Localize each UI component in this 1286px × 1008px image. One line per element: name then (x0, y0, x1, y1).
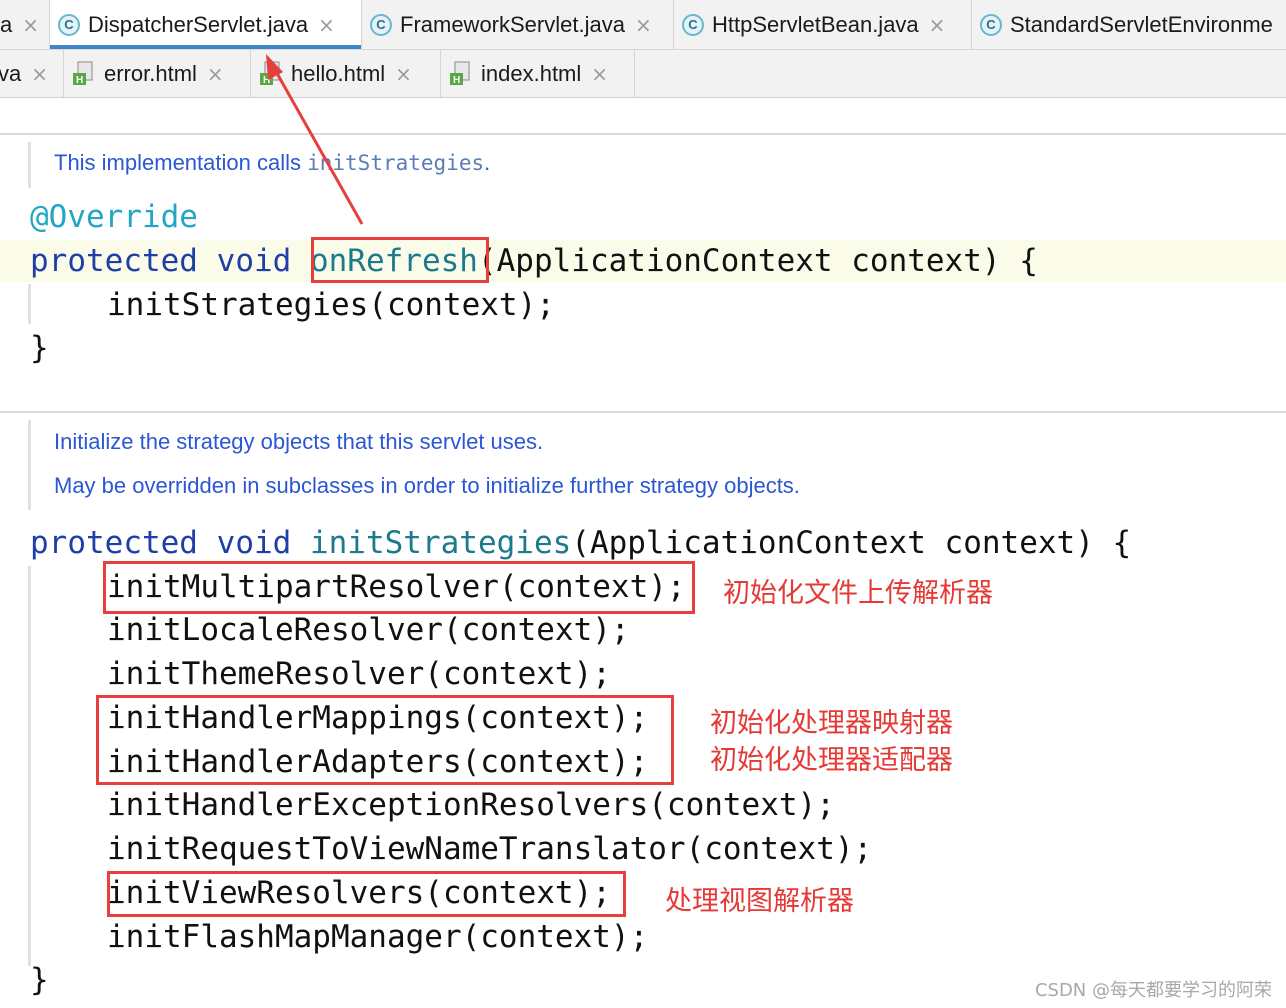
keyword-void: void (216, 525, 292, 561)
svg-text:H: H (453, 75, 460, 86)
close-icon[interactable]: × (929, 13, 946, 37)
highlight-box-multipart (103, 561, 695, 614)
tab-truncated-left[interactable]: a × (0, 0, 50, 49)
close-icon[interactable]: × (31, 62, 48, 86)
code-line-initlocaleresolver: initLocaleResolver(context); (107, 612, 630, 648)
doc-comment-gutter (28, 142, 31, 188)
keyword-protected: protected (30, 525, 198, 561)
override-annotation: @Override (30, 199, 198, 235)
code-line-initstrategies-call: initStrategies(context); (107, 287, 555, 323)
editor-tab-bar-primary: a × C DispatcherServlet.java × C Framewo… (0, 0, 1286, 50)
code-line-initrequesttoviewnametranslator: initRequestToViewNameTranslator(context)… (107, 831, 873, 867)
tab-hello-html[interactable]: H hello.html × (251, 50, 441, 97)
tab-error-html[interactable]: H error.html × (64, 50, 251, 97)
tab-frameworkservlet[interactable]: C FrameworkServlet.java × (362, 0, 674, 49)
java-class-icon: C (370, 13, 392, 36)
indent-guide (28, 284, 31, 324)
close-icon[interactable]: × (635, 13, 652, 37)
method-params: (ApplicationContext context) { (571, 525, 1132, 561)
annotation-multipart-resolver: 初始化文件上传解析器 (723, 578, 993, 609)
method-params: (ApplicationContext context) { (477, 243, 1038, 279)
watermark: CSDN @每天都要学习的阿荣 (1034, 980, 1272, 1001)
tab-label: FrameworkServlet.java (400, 11, 625, 37)
doc-comment-line: Initialize the strategy objects that thi… (54, 429, 544, 454)
keyword-void: void (216, 243, 292, 279)
doc-comment-gutter (28, 420, 31, 510)
close-icon[interactable]: × (395, 62, 412, 86)
method-separator (0, 133, 1286, 135)
html-file-icon: H (72, 60, 96, 87)
java-class-icon: C (682, 13, 704, 36)
closing-brace: } (30, 962, 49, 998)
method-separator (0, 411, 1286, 413)
svg-text:H: H (76, 75, 83, 86)
code-line-inithandlerexceptionresolvers: initHandlerExceptionResolvers(context); (107, 787, 835, 823)
editor-tab-bar-secondary: va × H error.html × H hello.html × H ind… (0, 50, 1286, 98)
tab-httpservletbean[interactable]: C HttpServletBean.java × (674, 0, 972, 49)
doc-text: . (484, 150, 491, 175)
close-icon[interactable]: × (22, 13, 39, 37)
tab-dispatcherservlet[interactable]: C DispatcherServlet.java × (50, 0, 362, 49)
code-line-initthemeresolver: initThemeResolver(context); (107, 656, 611, 692)
svg-text:H: H (263, 75, 270, 86)
method-name-initstrategies[interactable]: initStrategies (310, 525, 571, 561)
annotation-handler-adapters: 初始化处理器适配器 (710, 745, 953, 776)
tab-label: HttpServletBean.java (712, 11, 919, 37)
doc-comment-onrefresh: This implementation calls initStrategies… (54, 150, 490, 176)
html-file-icon: H (449, 60, 473, 87)
doc-code-ref[interactable]: initStrategies (307, 151, 484, 175)
highlight-box-viewresolvers (107, 871, 626, 917)
annotation-handler-mappings: 初始化处理器映射器 (710, 708, 953, 739)
highlight-box-handlers (96, 695, 674, 785)
annotation-view-resolvers: 处理视图解析器 (665, 886, 854, 917)
tab-truncated-left[interactable]: va × (0, 50, 64, 97)
keyword-protected: protected (30, 243, 198, 279)
close-icon[interactable]: × (318, 13, 335, 37)
tab-label: hello.html (291, 60, 386, 86)
closing-brace: } (30, 330, 49, 366)
highlight-box-onrefresh (311, 237, 489, 283)
tab-index-html[interactable]: H index.html × (441, 50, 635, 97)
tab-label: DispatcherServlet.java (88, 11, 309, 37)
tab-label: error.html (104, 60, 197, 86)
doc-comment-line: May be overridden in subclasses in order… (54, 473, 800, 498)
code-line-initflashmapmanager: initFlashMapManager(context); (107, 919, 649, 955)
tab-label: va (0, 60, 22, 86)
java-class-icon: C (58, 13, 80, 36)
method-signature-initstrategies: protected void initStrategies(Applicatio… (30, 523, 1131, 563)
html-file-icon: H (259, 60, 283, 87)
tab-standardservletenvironment[interactable]: C StandardServletEnvironme (972, 0, 1286, 49)
doc-text: This implementation calls (54, 150, 308, 175)
tab-label: index.html (481, 60, 582, 86)
tab-label: StandardServletEnvironme (1010, 11, 1273, 37)
java-class-icon: C (980, 13, 1002, 36)
close-icon[interactable]: × (207, 62, 224, 86)
indent-guide (28, 566, 31, 966)
method-signature-onrefresh: protected void onRefresh(ApplicationCont… (30, 241, 1038, 281)
tab-label: a (0, 11, 13, 37)
close-icon[interactable]: × (591, 62, 608, 86)
